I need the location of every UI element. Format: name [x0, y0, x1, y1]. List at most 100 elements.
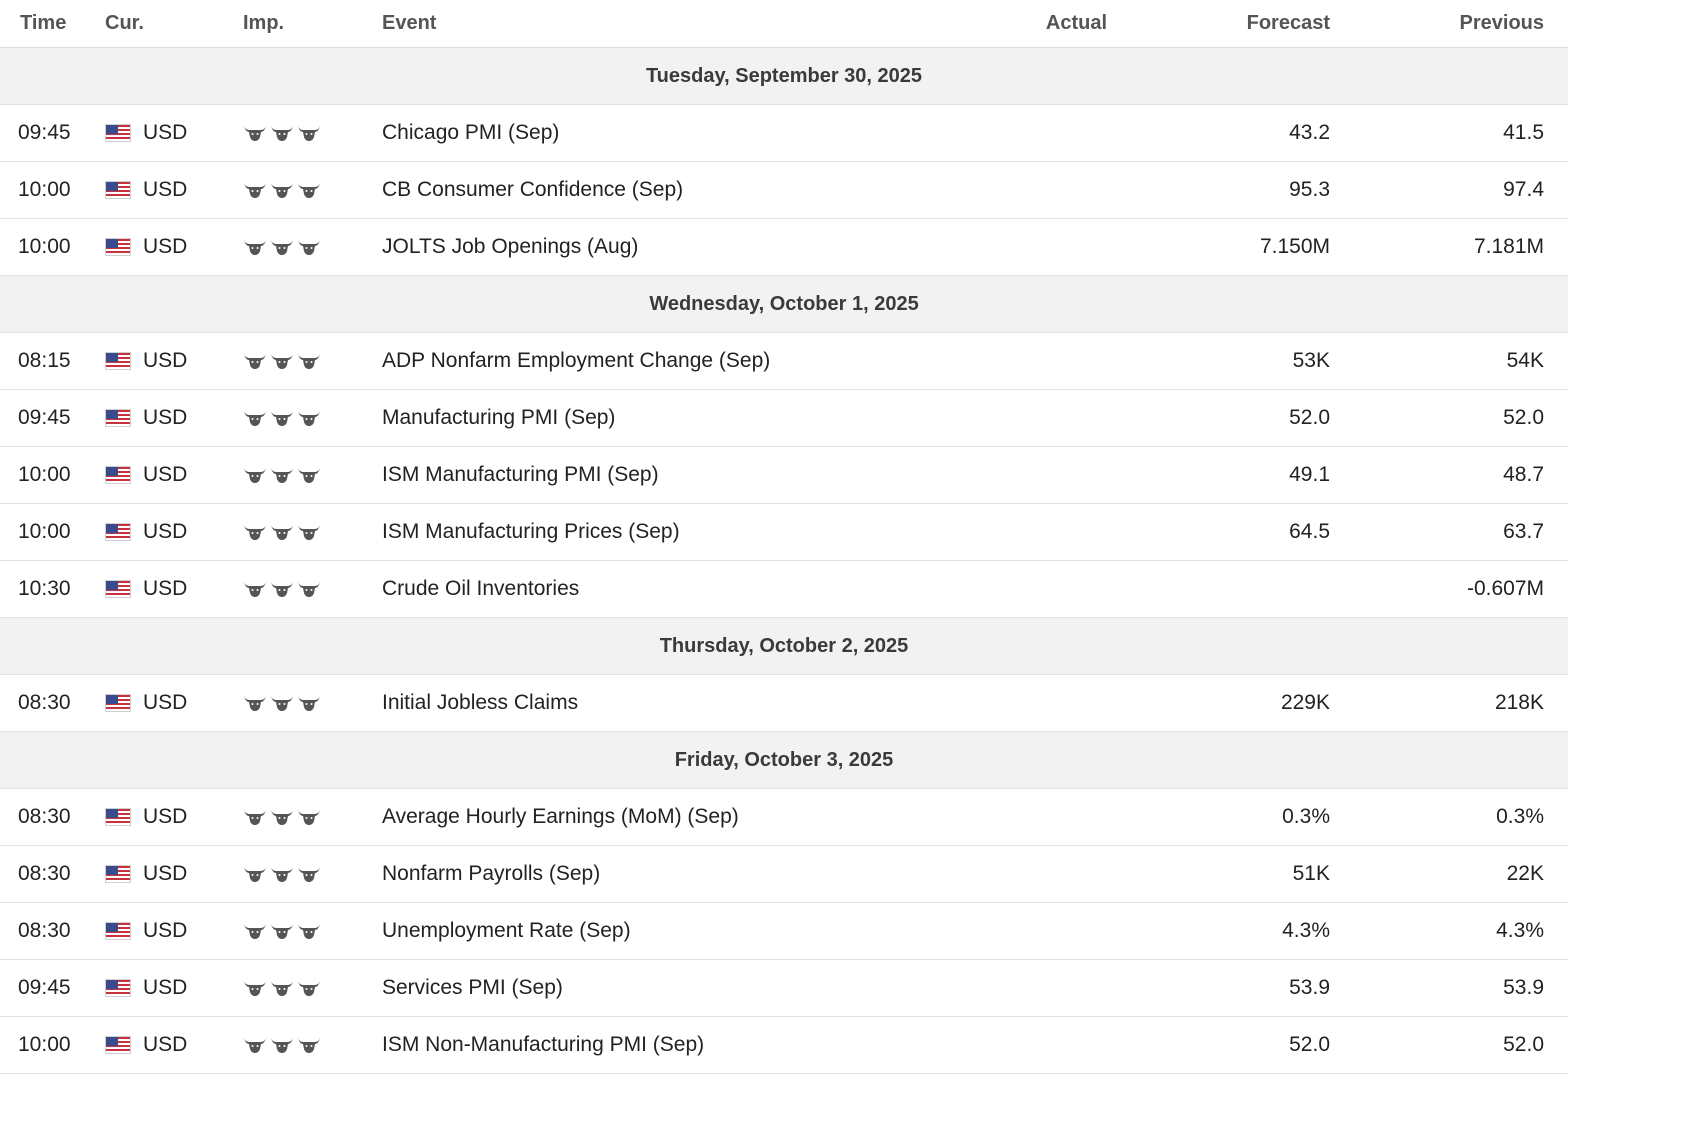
event-currency: USD — [104, 235, 243, 259]
importance-rating — [243, 580, 382, 598]
event-forecast: 52.0 — [1289, 1033, 1330, 1056]
event-name[interactable]: Unemployment Rate (Sep) — [382, 919, 992, 943]
day-date: Tuesday, September 30, 2025 — [645, 64, 923, 87]
us-flag-icon — [105, 979, 131, 997]
event-forecast: 4.3% — [1282, 919, 1330, 942]
bull-icon — [243, 922, 267, 940]
event-name[interactable]: ADP Nonfarm Employment Change (Sep) — [382, 349, 992, 373]
bull-icon — [243, 238, 267, 256]
event-name[interactable]: Average Hourly Earnings (MoM) (Sep) — [382, 805, 992, 829]
importance-rating — [243, 466, 382, 484]
event-name[interactable]: Chicago PMI (Sep) — [382, 121, 992, 145]
event-previous: 52.0 — [1503, 406, 1544, 429]
table-row[interactable]: 10:30 USD Crude Oil Inventories -0.607M — [0, 561, 1568, 618]
bull-icon — [297, 979, 321, 997]
event-forecast: 0.3% — [1282, 805, 1330, 828]
event-time: 10:00 — [18, 235, 71, 258]
bull-icon — [297, 466, 321, 484]
header-previous[interactable]: Previous — [1330, 12, 1544, 35]
bull-icon — [243, 181, 267, 199]
event-forecast: 64.5 — [1289, 520, 1330, 543]
event-time: 10:00 — [18, 1033, 71, 1056]
currency-code: USD — [143, 463, 188, 486]
event-name[interactable]: Crude Oil Inventories — [382, 577, 992, 601]
us-flag-icon — [105, 865, 131, 883]
event-previous: 7.181M — [1473, 235, 1544, 258]
event-previous: 63.7 — [1503, 520, 1544, 543]
us-flag-icon — [105, 580, 131, 598]
currency-code: USD — [143, 577, 188, 600]
currency-code: USD — [143, 805, 188, 828]
currency-code: USD — [143, 121, 188, 144]
event-time: 09:45 — [18, 121, 71, 144]
event-name[interactable]: Manufacturing PMI (Sep) — [382, 406, 992, 430]
table-row[interactable]: 09:45 USD Manufacturing PMI (Sep) 52.0 5… — [0, 390, 1568, 447]
bull-icon — [243, 352, 267, 370]
event-previous: 218K — [1494, 691, 1544, 714]
event-name[interactable]: ISM Manufacturing PMI (Sep) — [382, 463, 992, 487]
event-name[interactable]: ISM Non-Manufacturing PMI (Sep) — [382, 1033, 992, 1057]
event-time: 10:30 — [18, 577, 71, 600]
currency-code: USD — [143, 976, 188, 999]
bull-icon — [297, 865, 321, 883]
event-currency: USD — [104, 349, 243, 373]
bull-icon — [243, 409, 267, 427]
table-row[interactable]: 08:30 USD Unemployment Rate (Sep) 4.3% 4… — [0, 903, 1568, 960]
bull-icon — [270, 466, 294, 484]
event-time: 08:30 — [18, 862, 71, 885]
event-currency: USD — [104, 406, 243, 430]
event-forecast: 49.1 — [1289, 463, 1330, 486]
event-forecast: 95.3 — [1289, 178, 1330, 201]
header-time[interactable]: Time — [0, 12, 104, 35]
header-forecast[interactable]: Forecast — [1107, 12, 1330, 35]
event-name[interactable]: JOLTS Job Openings (Aug) — [382, 235, 992, 259]
bull-icon — [270, 238, 294, 256]
day-date: Wednesday, October 1, 2025 — [649, 292, 919, 315]
event-currency: USD — [104, 121, 243, 145]
event-forecast: 53.9 — [1289, 976, 1330, 999]
bull-icon — [270, 922, 294, 940]
us-flag-icon — [105, 1036, 131, 1054]
event-time: 09:45 — [18, 976, 71, 999]
event-previous: 22K — [1506, 862, 1544, 885]
table-row[interactable]: 09:45 USD Chicago PMI (Sep) 43.2 41.5 — [0, 105, 1568, 162]
event-time: 10:00 — [18, 178, 71, 201]
bull-icon — [270, 124, 294, 142]
event-currency: USD — [104, 805, 243, 829]
event-currency: USD — [104, 976, 243, 1000]
event-name[interactable]: Nonfarm Payrolls (Sep) — [382, 862, 992, 886]
table-row[interactable]: 08:30 USD Initial Jobless Claims 229K 21… — [0, 675, 1568, 732]
currency-code: USD — [143, 520, 188, 543]
event-time: 08:30 — [18, 691, 71, 714]
table-row[interactable]: 10:00 USD ISM Non-Manufacturing PMI (Sep… — [0, 1017, 1568, 1074]
header-actual[interactable]: Actual — [992, 12, 1107, 35]
event-name[interactable]: Services PMI (Sep) — [382, 976, 992, 1000]
bull-icon — [243, 808, 267, 826]
event-name[interactable]: ISM Manufacturing Prices (Sep) — [382, 520, 992, 544]
table-row[interactable]: 10:00 USD JOLTS Job Openings (Aug) 7.150… — [0, 219, 1568, 276]
table-header: Time Cur. Imp. Event Actual Forecast Pre… — [0, 0, 1568, 48]
header-currency[interactable]: Cur. — [104, 12, 243, 35]
event-time: 10:00 — [18, 520, 71, 543]
table-row[interactable]: 08:15 USD ADP Nonfarm Employment Change … — [0, 333, 1568, 390]
header-importance[interactable]: Imp. — [243, 12, 382, 35]
event-name[interactable]: Initial Jobless Claims — [382, 691, 992, 715]
table-row[interactable]: 08:30 USD Nonfarm Payrolls (Sep) 51K 22K — [0, 846, 1568, 903]
event-previous: -0.607M — [1466, 577, 1544, 600]
table-row[interactable]: 10:00 USD ISM Manufacturing Prices (Sep)… — [0, 504, 1568, 561]
event-previous: 54K — [1506, 349, 1544, 372]
table-row[interactable]: 10:00 USD CB Consumer Confidence (Sep) 9… — [0, 162, 1568, 219]
header-event[interactable]: Event — [382, 12, 992, 35]
event-currency: USD — [104, 178, 243, 202]
table-row[interactable]: 09:45 USD Services PMI (Sep) 53.9 53.9 — [0, 960, 1568, 1017]
event-name[interactable]: CB Consumer Confidence (Sep) — [382, 178, 992, 202]
bull-icon — [270, 865, 294, 883]
event-previous: 53.9 — [1503, 976, 1544, 999]
day-header-row: Thursday, October 2, 2025 — [0, 618, 1568, 675]
bull-icon — [270, 1036, 294, 1054]
table-row[interactable]: 10:00 USD ISM Manufacturing PMI (Sep) 49… — [0, 447, 1568, 504]
event-previous: 0.3% — [1496, 805, 1544, 828]
event-currency: USD — [104, 577, 243, 601]
table-row[interactable]: 08:30 USD Average Hourly Earnings (MoM) … — [0, 789, 1568, 846]
event-currency: USD — [104, 520, 243, 544]
